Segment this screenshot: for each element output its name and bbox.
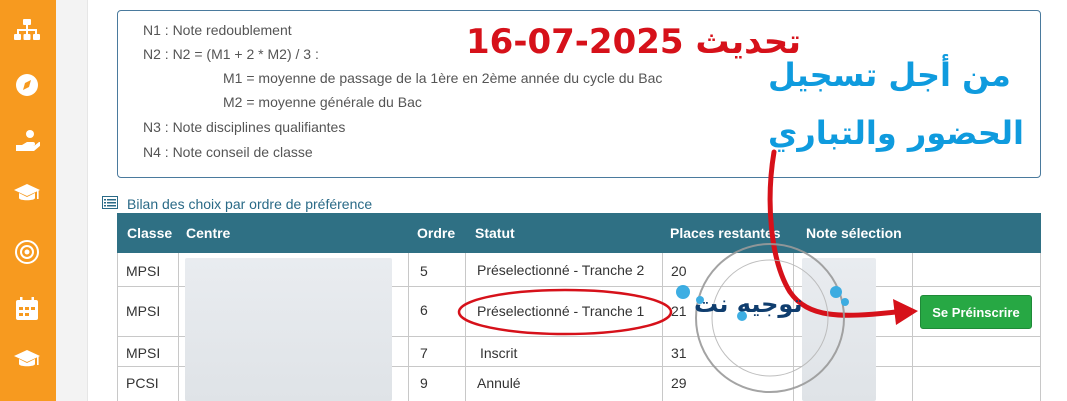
- cell-places: 21: [671, 303, 687, 319]
- cell-ordre: 9: [420, 375, 428, 391]
- col-divider: [793, 253, 794, 401]
- watermark-text: توجيه نت: [694, 290, 803, 318]
- cell-classe: MPSI: [126, 303, 161, 319]
- col-divider: [1040, 253, 1041, 401]
- section-title-text: Bilan des choix par ordre de préférence: [127, 196, 373, 212]
- target-icon[interactable]: [12, 237, 42, 267]
- registration-note-line2: الحضور والتباري: [768, 114, 1024, 152]
- calendar-icon[interactable]: [12, 294, 42, 324]
- cell-classe: MPSI: [126, 345, 161, 361]
- preinscription-button[interactable]: Se Préinscrire: [920, 295, 1032, 329]
- registration-note-line1: من أجل تسجيل: [768, 56, 1011, 94]
- org-chart-icon[interactable]: [12, 16, 42, 46]
- cell-ordre: 5: [420, 263, 428, 279]
- cell-ordre: 7: [420, 345, 428, 361]
- section-title: Bilan des choix par ordre de préférence: [102, 196, 372, 212]
- legend-m2: M2 = moyenne générale du Bac: [223, 94, 422, 110]
- legend-m1: M1 = moyenne de passage de la 1ère en 2è…: [223, 70, 663, 86]
- cell-statut: Préselectionné - Tranche 2: [477, 262, 645, 278]
- redacted-centre: [185, 258, 392, 401]
- col-divider: [662, 253, 663, 401]
- col-divider: [178, 253, 179, 401]
- compass-icon[interactable]: [12, 70, 42, 100]
- hand-money-icon[interactable]: [12, 126, 42, 156]
- cell-statut: Inscrit: [480, 345, 518, 361]
- cell-places: 20: [671, 263, 687, 279]
- col-divider: [408, 253, 409, 401]
- content-gutter: [56, 0, 88, 401]
- header-classe: Classe: [127, 225, 173, 241]
- col-divider: [117, 253, 118, 401]
- header-ordre: Ordre: [417, 225, 456, 241]
- redacted-note: [802, 258, 876, 401]
- cell-classe: PCSI: [126, 375, 159, 391]
- header-centre: Centre: [186, 225, 231, 241]
- header-note: Note sélection: [806, 225, 902, 241]
- cell-places: 31: [671, 345, 687, 361]
- cell-statut: Préselectionné - Tranche 1: [477, 303, 645, 319]
- col-divider: [912, 253, 913, 401]
- col-divider: [465, 253, 466, 401]
- legend-n4: N4 : Note conseil de classe: [143, 144, 313, 160]
- header-places: Places restantes: [670, 225, 781, 241]
- cell-places: 29: [671, 375, 687, 391]
- cell-statut: Annulé: [477, 375, 521, 391]
- graduation-cap-icon[interactable]: [12, 179, 42, 209]
- sidebar: [0, 0, 56, 401]
- table-header: Classe Centre Ordre Statut Places restan…: [117, 213, 1041, 253]
- legend-n2: N2 : N2 = (M1 + 2 * M2) / 3 :: [143, 46, 319, 62]
- cell-ordre: 6: [420, 302, 428, 318]
- list-icon: [102, 196, 118, 212]
- legend-n1: N1 : Note redoublement: [143, 22, 292, 38]
- graduation-cap-icon[interactable]: [12, 345, 42, 375]
- cell-classe: MPSI: [126, 263, 161, 279]
- header-statut: Statut: [475, 225, 515, 241]
- update-date-title: تحديث 2025-07-16: [466, 22, 802, 62]
- legend-n3: N3 : Note disciplines qualifiantes: [143, 119, 346, 135]
